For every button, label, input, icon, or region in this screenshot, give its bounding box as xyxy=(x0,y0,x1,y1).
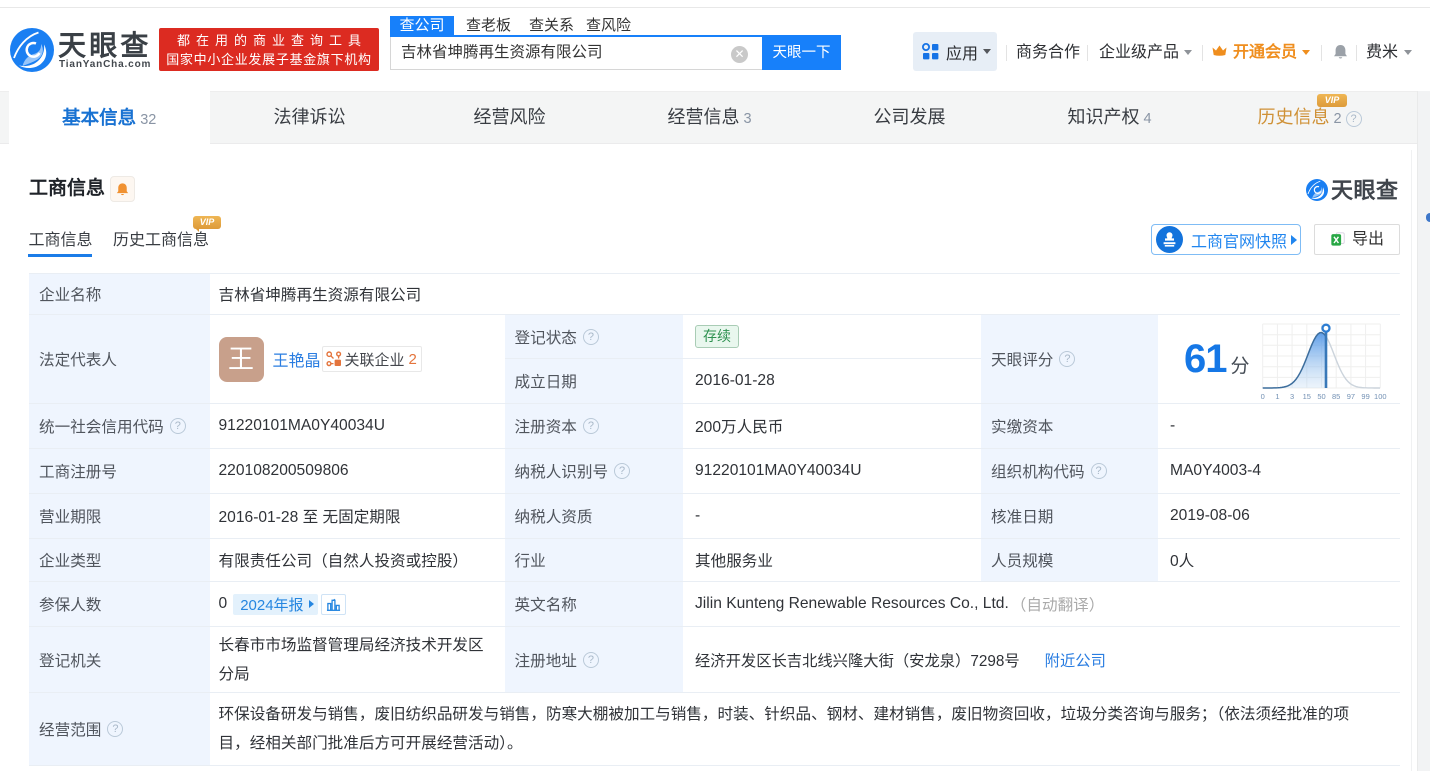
svg-text:3: 3 xyxy=(1290,392,1294,401)
svg-text:85: 85 xyxy=(1332,392,1340,401)
svg-text:0: 0 xyxy=(1261,392,1265,401)
svg-text:50: 50 xyxy=(1317,392,1325,401)
svg-text:15: 15 xyxy=(1303,392,1311,401)
svg-text:97: 97 xyxy=(1347,392,1355,401)
svg-text:99: 99 xyxy=(1361,392,1369,401)
svg-text:1: 1 xyxy=(1275,392,1279,401)
svg-text:100: 100 xyxy=(1374,392,1387,401)
